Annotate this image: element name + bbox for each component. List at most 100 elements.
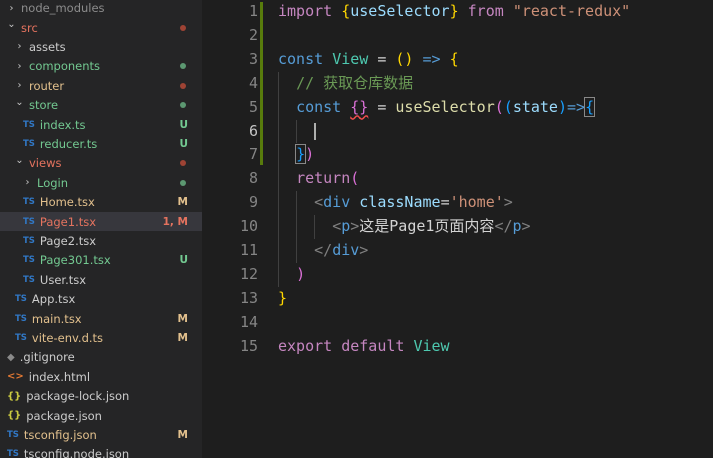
code-token: (: [494, 97, 504, 116]
tree-item[interactable]: TS Page2.tsx: [0, 231, 202, 250]
code-token: return: [296, 169, 351, 188]
code-line[interactable]: }: [278, 287, 287, 311]
line-number: 14: [239, 312, 258, 331]
chevron-down-icon: ⌄: [15, 96, 24, 108]
line-number: 1: [248, 2, 258, 20]
tree-item[interactable]: › router: [0, 76, 202, 95]
line-number: 4: [248, 73, 258, 92]
tree-item[interactable]: {} package.json: [0, 406, 202, 425]
tree-item[interactable]: ⌄ src: [0, 18, 202, 37]
code-token: =: [440, 193, 450, 212]
code-token: =>: [567, 97, 586, 116]
tree-item-label: views: [29, 156, 62, 171]
tree-item[interactable]: › components: [0, 57, 202, 76]
typescript-file-icon: TS: [23, 216, 35, 227]
code-editor[interactable]: 1 import {useSelector} from "react-redux"…: [202, 0, 713, 458]
line-number: 10: [239, 217, 258, 236]
typescript-file-icon: TS: [23, 138, 35, 149]
tree-item-label: Page301.tsx: [39, 253, 111, 268]
git-status-badge: U: [179, 137, 188, 150]
tree-item-label: tsconfig.node.json: [23, 447, 130, 458]
json-file-icon: {}: [7, 390, 22, 402]
code-token: >: [359, 241, 369, 259]
tree-item[interactable]: › node_modules: [0, 0, 202, 18]
tree-item[interactable]: TS reducer.ts U: [0, 134, 202, 153]
tree-item[interactable]: TS Page301.tsx U: [0, 251, 202, 270]
tree-item-label: node_modules: [21, 1, 105, 16]
git-status-dot: [180, 63, 186, 70]
tree-item-label: main.tsx: [31, 311, 82, 326]
typescript-file-icon: TS: [23, 255, 35, 266]
code-token: <: [332, 217, 342, 236]
code-line[interactable]: const {} = useSelector((state)=>{: [278, 96, 596, 120]
code-line[interactable]: }): [278, 143, 314, 167]
code-line[interactable]: import {useSelector} from "react-redux": [278, 0, 630, 24]
code-token: export: [278, 336, 342, 355]
tree-item[interactable]: TS App.tsx: [0, 290, 202, 309]
code-token: >: [521, 217, 531, 236]
code-line[interactable]: </div>: [278, 239, 368, 263]
tree-item[interactable]: › Login: [0, 173, 202, 192]
tree-item-label: vite-env.d.ts: [31, 330, 104, 345]
code-token: "react-redux": [512, 2, 631, 20]
tree-item[interactable]: ◆ .gitignore: [0, 348, 202, 367]
code-token: >: [503, 193, 513, 212]
tree-item[interactable]: TS tsconfig.node.json: [0, 445, 202, 458]
code-token: View: [332, 49, 369, 68]
git-status-dot: [180, 82, 186, 89]
code-line[interactable]: export default View: [278, 335, 450, 359]
tree-item[interactable]: TS Home.tsx M: [0, 193, 202, 212]
line-number: 12: [239, 264, 258, 283]
code-token: ): [557, 97, 567, 116]
git-status-badge: M: [177, 196, 188, 209]
tree-item-label: Home.tsx: [39, 195, 95, 210]
tree-item[interactable]: TS index.ts U: [0, 115, 202, 134]
code-line[interactable]: const View = () => {: [278, 48, 459, 72]
line-number: 6: [248, 121, 258, 140]
code-token: View: [413, 336, 450, 355]
tree-item[interactable]: {} package-lock.json: [0, 387, 202, 406]
tree-item[interactable]: TS main.tsx M: [0, 309, 202, 328]
vscode-window: › node_modules ⌄ src › assets › components › rout…: [0, 0, 713, 458]
tree-item[interactable]: <> index.html: [0, 367, 202, 386]
tree-item[interactable]: TS vite-env.d.ts M: [0, 328, 202, 347]
typescript-file-icon: TS: [7, 449, 19, 458]
text-caret: [314, 122, 317, 141]
code-token: state: [512, 97, 558, 116]
chevron-down-icon: ⌄: [15, 154, 24, 166]
file-explorer: › node_modules ⌄ src › assets › components › rout…: [0, 0, 202, 458]
code-token: from: [458, 2, 513, 20]
tree-item[interactable]: ⌄ store: [0, 96, 202, 115]
tree-item[interactable]: ⌄ views: [0, 154, 202, 173]
typescript-file-icon: TS: [15, 313, 27, 324]
tree-item[interactable]: TS User.tsx: [0, 270, 202, 289]
tree-item[interactable]: TS tsconfig.json M: [0, 425, 202, 444]
typescript-file-icon: TS: [7, 429, 19, 440]
code-token: default: [341, 336, 414, 355]
line-number: 3: [248, 49, 258, 68]
code-token: 'home': [449, 193, 504, 212]
tree-item-label: User.tsx: [39, 272, 87, 287]
code-token: {: [584, 96, 596, 117]
code-token: =: [368, 97, 396, 116]
code-token: </: [494, 217, 513, 236]
code-line[interactable]: <p>这是Page1页面内容</p>: [278, 215, 531, 239]
tree-item[interactable]: TS Page1.tsx 1, M: [0, 211, 202, 232]
code-line[interactable]: <div className='home'>: [278, 191, 513, 215]
code-token: =: [368, 49, 396, 68]
code-line[interactable]: return(: [278, 167, 359, 191]
code-line[interactable]: // 获取仓库数据: [278, 72, 413, 96]
code-token: ): [305, 145, 315, 164]
code-token: div: [332, 241, 360, 259]
code-token: useSelector: [350, 2, 450, 20]
code-token: {: [341, 2, 351, 20]
tree-item-label: reducer.ts: [39, 136, 98, 151]
code-token: (): [395, 49, 414, 68]
code-line[interactable]: ): [278, 263, 305, 287]
code-token: <: [314, 193, 324, 212]
typescript-file-icon: TS: [15, 294, 27, 305]
tree-item[interactable]: › assets: [0, 37, 202, 56]
